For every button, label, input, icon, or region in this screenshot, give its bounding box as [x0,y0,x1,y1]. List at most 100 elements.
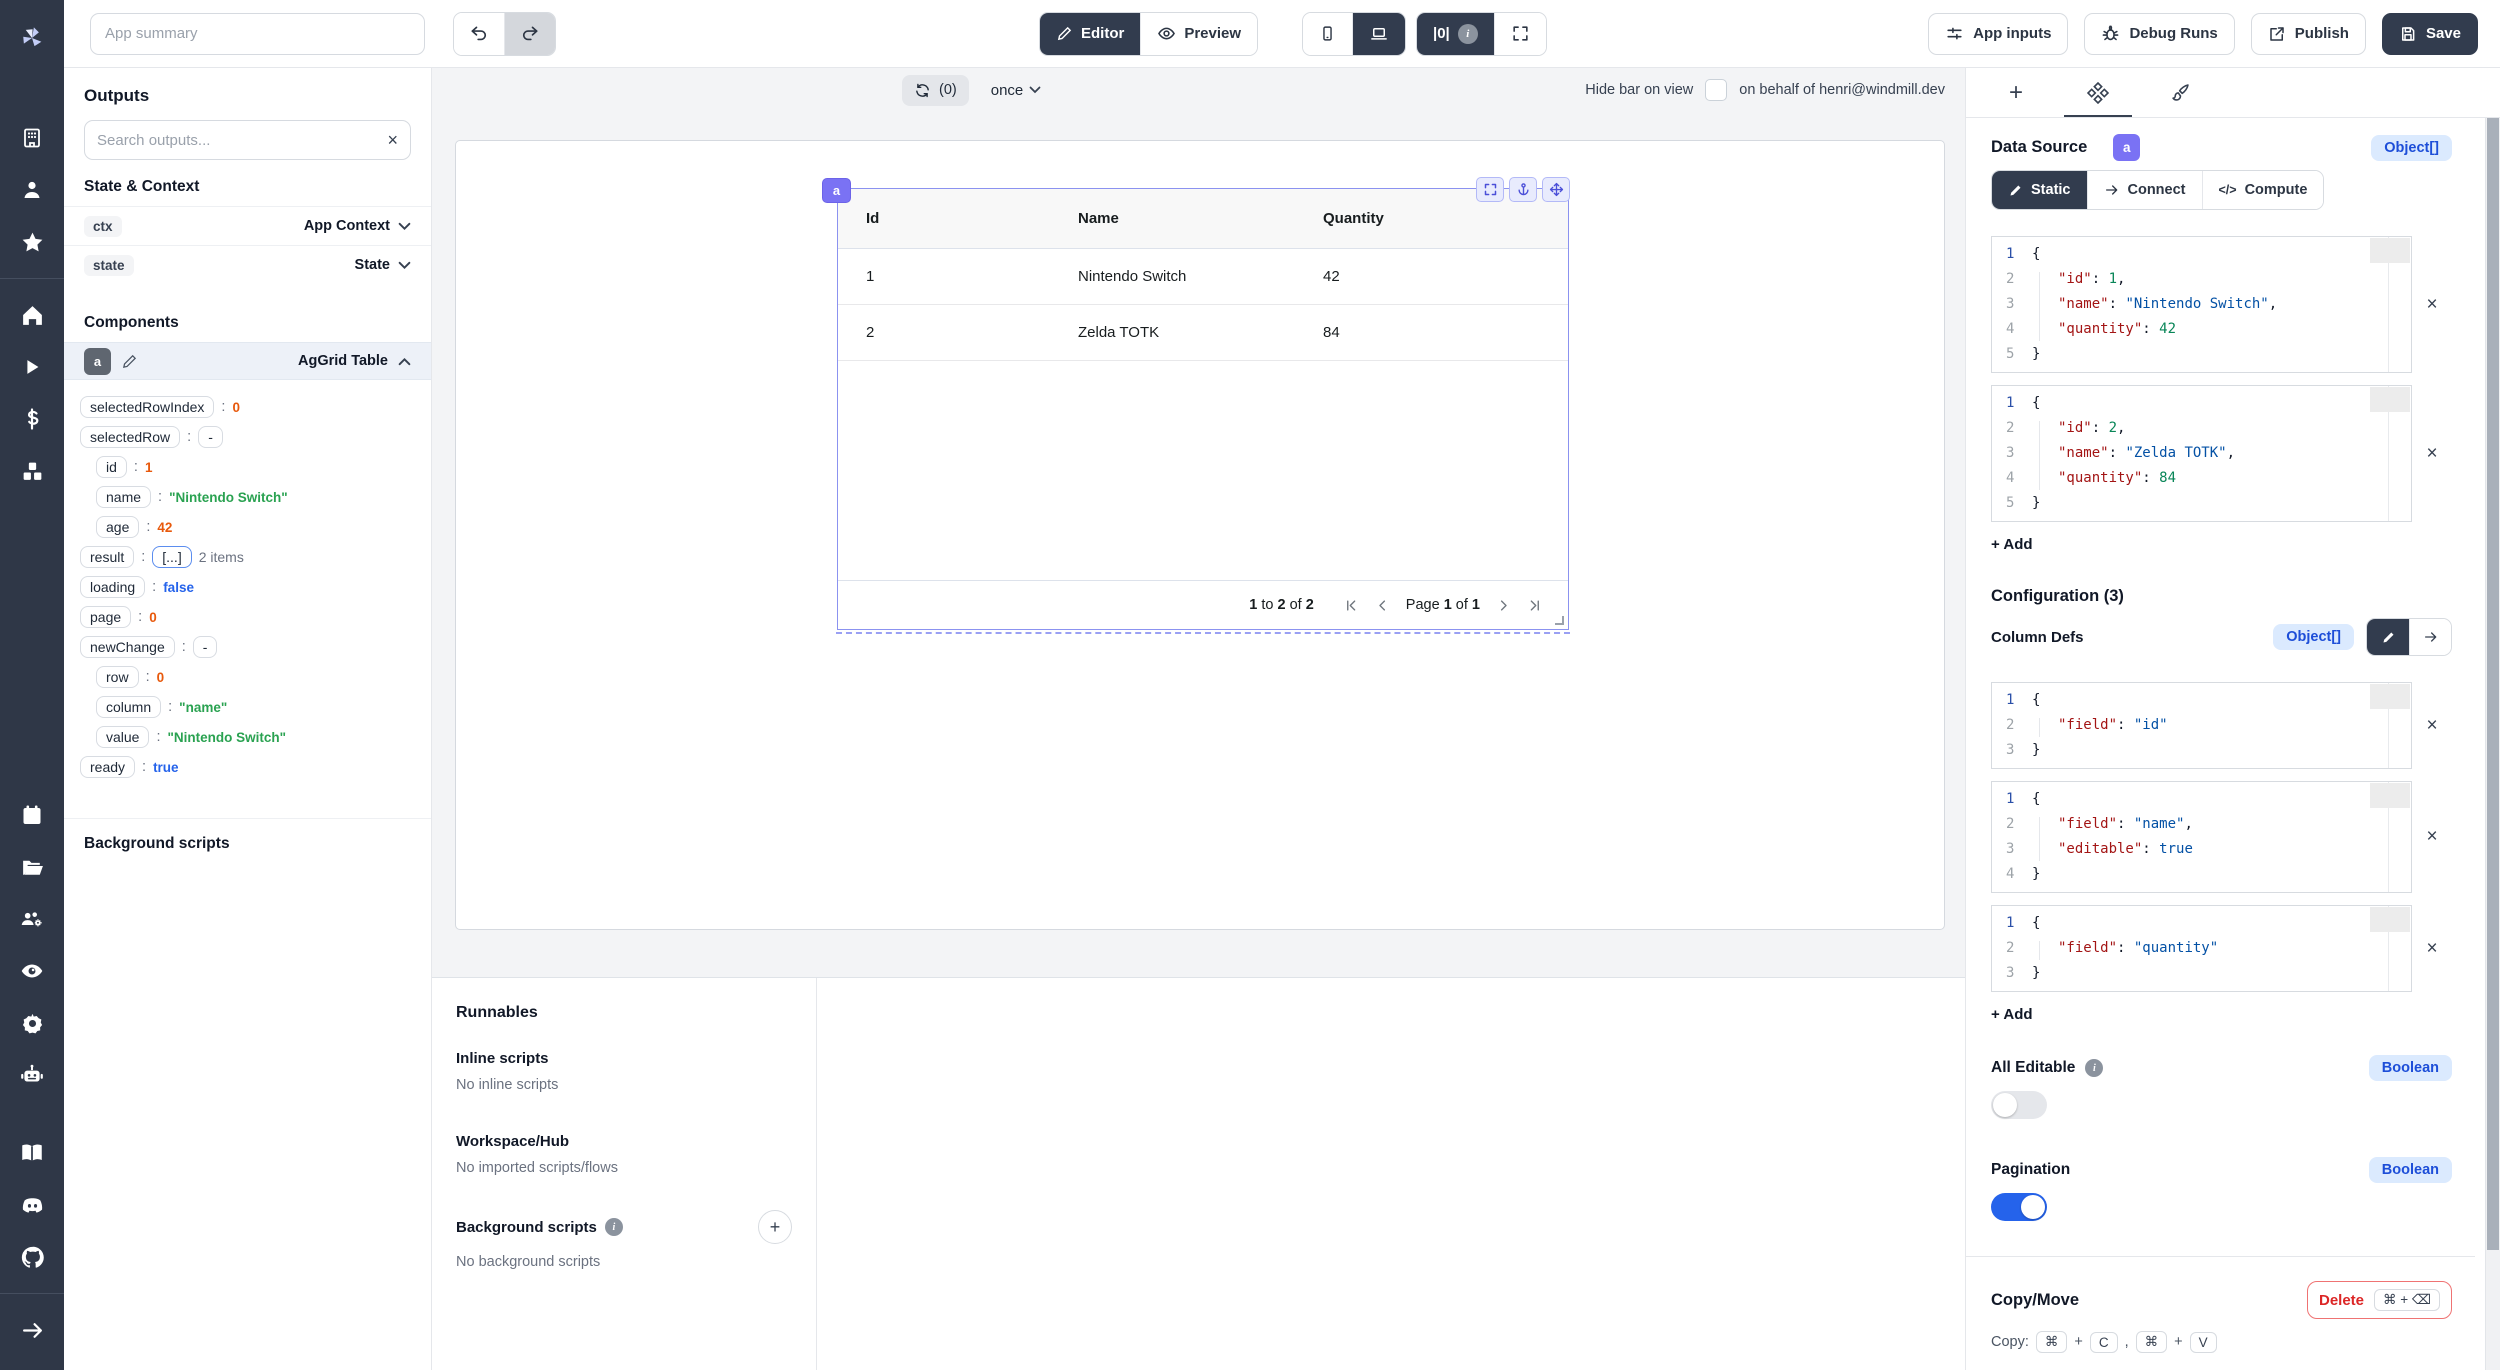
json-editor[interactable]: 123{"field": "id"} [1991,682,2412,769]
output-value-chip[interactable]: [...] [152,546,191,568]
pagination-toggle[interactable] [1991,1193,2047,1221]
favorites-star-icon[interactable] [0,216,64,268]
refresh-button[interactable]: (0) [902,75,969,106]
output-key-chip[interactable]: loading [80,576,145,598]
app-inputs-button[interactable]: App inputs [1928,13,2068,55]
preview-tab[interactable]: Preview [1140,13,1257,55]
remove-item-icon[interactable]: × [2412,938,2452,960]
output-key-chip[interactable]: result [80,546,134,568]
previous-page-icon[interactable] [1375,598,1390,613]
table-row[interactable]: 2Zelda TOTK84 [838,305,1568,361]
app-canvas-card[interactable]: a [455,140,1945,930]
grid-col-header[interactable]: Id [838,210,1078,227]
zoom-reset-button[interactable]: |0| i [1417,13,1494,55]
redo-button[interactable] [504,13,555,55]
resize-handle[interactable] [1555,616,1564,625]
table-row[interactable]: 1Nintendo Switch42 [838,249,1568,305]
styling-tab[interactable] [2152,68,2208,117]
groups-users-gear-icon[interactable] [0,893,64,945]
runs-play-icon[interactable] [0,341,64,393]
json-editor[interactable]: 12345{"id": 2,"name": "Zelda TOTK","quan… [1991,385,2412,522]
user-icon[interactable] [0,164,64,216]
output-key-chip[interactable]: page [80,606,131,628]
output-key-chip[interactable]: column [96,696,161,718]
insert-component-tab[interactable]: + [1988,68,2044,117]
debug-runs-button[interactable]: Debug Runs [2084,13,2234,55]
output-key-chip[interactable]: value [96,726,149,748]
home-icon[interactable] [0,289,64,341]
json-editor[interactable]: 123{"field": "quantity"} [1991,905,2412,992]
json-editor[interactable]: 12345{"id": 1,"name": "Nintendo Switch",… [1991,236,2412,373]
audit-eye-icon[interactable] [0,945,64,997]
schedules-calendar-icon[interactable] [0,789,64,841]
variables-dollar-icon[interactable] [0,393,64,445]
remove-item-icon[interactable]: × [2412,443,2452,465]
github-icon[interactable] [0,1231,64,1283]
chevron-up-icon[interactable] [398,357,411,366]
ctx-row[interactable]: ctx App Context [64,206,431,245]
state-row[interactable]: state State [64,245,431,284]
editor-tab[interactable]: Editor [1040,13,1140,55]
component-outputs-header[interactable]: a AgGrid Table [64,342,431,380]
output-value-chip[interactable]: - [193,636,218,658]
add-background-script-button[interactable]: + [758,1210,792,1244]
table-cell[interactable]: 84 [1323,324,1568,341]
undo-button[interactable] [454,13,504,55]
anchor-component-icon[interactable] [1509,177,1537,202]
remove-item-icon[interactable]: × [2412,294,2452,316]
table-cell[interactable]: 42 [1323,268,1568,285]
scrollbar-thumb[interactable] [2487,118,2499,1250]
add-column-def-button[interactable]: + Add [1991,1006,2452,1023]
schedule-mode-dropdown[interactable]: once [991,82,1042,99]
expand-sidebar-arrow-icon[interactable] [0,1304,64,1356]
first-page-icon[interactable] [1344,598,1359,613]
table-cell[interactable]: Zelda TOTK [1078,324,1323,341]
grid-col-header[interactable]: Name [1078,210,1323,227]
windmill-logo-icon[interactable] [0,12,64,64]
table-cell[interactable]: 1 [838,268,1078,285]
delete-component-button[interactable]: Delete ⌘ + ⌫ [2307,1281,2452,1319]
clear-search-icon[interactable]: × [387,131,398,149]
desktop-view-button[interactable] [1352,13,1405,55]
static-mode-button[interactable]: Static [1992,171,2087,209]
edit-mode-button[interactable] [2367,619,2409,655]
aggrid-table-component[interactable]: a [838,189,1568,629]
output-key-chip[interactable]: age [96,516,139,538]
connect-mode-button[interactable] [2409,619,2451,655]
output-key-chip[interactable]: newChange [80,636,175,658]
next-page-icon[interactable] [1496,598,1511,613]
edit-pencil-icon[interactable] [121,353,138,370]
remove-item-icon[interactable]: × [2412,715,2452,737]
remove-item-icon[interactable]: × [2412,826,2452,848]
connect-mode-button[interactable]: Connect [2087,171,2202,209]
ai-robot-icon[interactable] [0,1049,64,1101]
output-key-chip[interactable]: selectedRowIndex [80,396,214,418]
table-cell[interactable]: 2 [838,324,1078,341]
docs-book-icon[interactable] [0,1127,64,1179]
output-key-chip[interactable]: id [96,456,127,478]
scrollbar-track[interactable] [2485,118,2500,1370]
grid-col-header[interactable]: Quantity [1323,210,1568,227]
output-key-chip[interactable]: name [96,486,151,508]
output-key-chip[interactable]: ready [80,756,135,778]
discord-icon[interactable] [0,1179,64,1231]
output-value-chip[interactable]: - [198,426,223,448]
last-page-icon[interactable] [1527,598,1542,613]
add-data-source-item-button[interactable]: + Add [1991,536,2452,553]
expand-component-icon[interactable] [1476,177,1504,202]
component-tag-badge[interactable]: a [822,178,851,203]
hide-bar-checkbox[interactable] [1705,79,1727,101]
move-component-icon[interactable] [1542,177,1570,202]
app-summary-input[interactable] [90,13,425,55]
save-button[interactable]: Save [2382,13,2478,55]
json-editor[interactable]: 1234{"field": "name","editable": true} [1991,781,2412,893]
table-cell[interactable]: Nintendo Switch [1078,268,1323,285]
workspace-icon[interactable] [0,112,64,164]
all-editable-toggle[interactable] [1991,1091,2047,1119]
resources-cubes-icon[interactable] [0,445,64,497]
component-settings-tab[interactable] [2070,68,2126,117]
compute-mode-button[interactable]: </> Compute [2202,171,2324,209]
output-key-chip[interactable]: selectedRow [80,426,180,448]
settings-gear-icon[interactable] [0,997,64,1049]
fullscreen-button[interactable] [1494,13,1546,55]
